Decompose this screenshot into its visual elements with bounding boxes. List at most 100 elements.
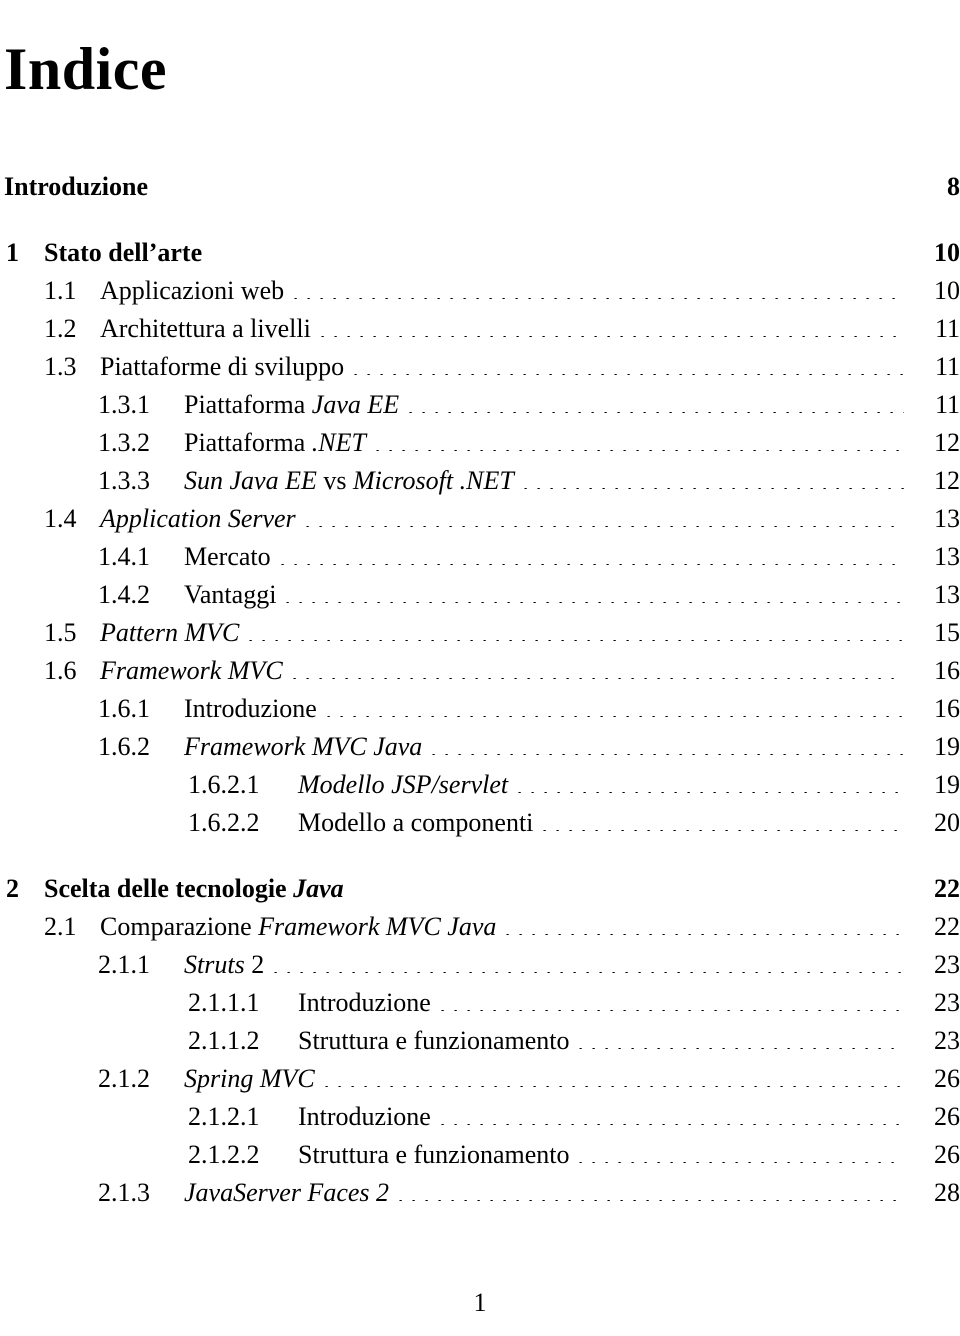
toc-entry-number: 1.3.1 bbox=[98, 390, 150, 419]
toc-entry-title: Stato dell’arte bbox=[44, 234, 212, 272]
toc-entry-number: 1.6 bbox=[44, 656, 77, 685]
page-folio: 1 bbox=[473, 1288, 487, 1317]
toc-dot-leader bbox=[354, 374, 904, 375]
toc-entry-title: Sun Java EE vs Microsoft .NET bbox=[184, 462, 524, 500]
toc-entry[interactable]: 2.1.3 JavaServer Faces 2 28 bbox=[0, 1174, 960, 1212]
toc-entry-page-number: 12 bbox=[934, 466, 960, 495]
toc-entry-number: 1.6.2.1 bbox=[188, 770, 260, 799]
toc-entry-page-number: 16 bbox=[934, 656, 960, 685]
toc-entry-title: Framework MVC Java bbox=[184, 728, 432, 766]
toc-dot-leader bbox=[399, 1200, 904, 1201]
toc-entry[interactable]: 1 Stato dell’arte 10 bbox=[0, 234, 960, 272]
toc-title-run: Applicazioni web bbox=[100, 276, 285, 305]
toc-entry-title: Piattaforma Java EE bbox=[184, 386, 409, 424]
toc-entry[interactable]: 2.1.2.2 Struttura e funzionamento 26 bbox=[0, 1136, 960, 1174]
toc-entry[interactable]: 1.4.1 Mercato 13 bbox=[0, 538, 960, 576]
toc-entry[interactable]: 1.1 Applicazioni web 10 bbox=[0, 272, 960, 310]
toc-entry-number: 1.4.1 bbox=[98, 542, 150, 571]
toc-dot-leader bbox=[579, 1048, 904, 1049]
toc-entry-title: Applicazioni web bbox=[100, 272, 294, 310]
toc-entry[interactable]: 2.1.2.1 Introduzione 26 bbox=[0, 1098, 960, 1136]
toc-entry-page-number: 26 bbox=[934, 1064, 960, 1093]
toc-dot-leader bbox=[440, 1010, 904, 1011]
toc-entry-number: 1.2 bbox=[44, 314, 77, 343]
toc-entry[interactable]: 1.4 Application Server 13 bbox=[0, 500, 960, 538]
toc-title-run: Piattaforme di sviluppo bbox=[100, 352, 345, 381]
toc-entry-page-number: 13 bbox=[934, 542, 960, 571]
toc-title-run: Vantaggi bbox=[184, 580, 277, 609]
toc-entry[interactable]: 2 Scelta delle tecnologie Java 22 bbox=[0, 870, 960, 908]
toc-entry-number: 1.6.1 bbox=[98, 694, 150, 723]
toc-title-run: Sun Java EE bbox=[184, 466, 317, 495]
toc-title-run: Microsoft .NET bbox=[352, 466, 514, 495]
toc-entry-title: Vantaggi bbox=[184, 576, 286, 614]
toc-entry-page-number: 20 bbox=[934, 808, 960, 837]
toc-entry-title: Modello a componenti bbox=[298, 804, 543, 842]
toc-entry-title: Architettura a livelli bbox=[100, 310, 321, 348]
toc-dot-leader bbox=[518, 792, 904, 793]
toc-entry-title: Introduzione bbox=[298, 984, 441, 1022]
toc-entry-page-number: 26 bbox=[934, 1102, 960, 1131]
toc-entry-title: Piattaforme di sviluppo bbox=[100, 348, 354, 386]
toc-entry[interactable]: 2.1.1 Struts 2 23 bbox=[0, 946, 960, 984]
toc-title-run: Modello JSP/servlet bbox=[298, 770, 509, 799]
toc-entry[interactable]: 1.5 Pattern MVC 15 bbox=[0, 614, 960, 652]
toc-entry-number: 2.1.2.1 bbox=[188, 1102, 260, 1131]
toc-entry[interactable]: 1.6 Framework MVC 16 bbox=[0, 652, 960, 690]
toc-title-run: vs bbox=[316, 466, 353, 495]
toc-entry-page-number: 28 bbox=[934, 1178, 960, 1207]
toc-dot-leader bbox=[294, 298, 904, 299]
toc-entry-page-number: 11 bbox=[934, 314, 960, 343]
toc-entry[interactable]: 1.4.2 Vantaggi 13 bbox=[0, 576, 960, 614]
toc-entry[interactable]: 2.1.2 Spring MVC 26 bbox=[0, 1060, 960, 1098]
toc-dot-leader bbox=[320, 336, 904, 337]
toc-dot-leader bbox=[543, 830, 904, 831]
toc-dot-leader bbox=[506, 934, 904, 935]
toc-entry[interactable]: 2.1.1.2 Struttura e funzionamento 23 bbox=[0, 1022, 960, 1060]
toc-entry-number: 1.3.3 bbox=[98, 466, 150, 495]
toc-dot-leader bbox=[523, 488, 904, 489]
toc-title-run: Mercato bbox=[184, 542, 271, 571]
toc-entry-page-number: 23 bbox=[934, 1026, 960, 1055]
toc-entry-title: Scelta delle tecnologie Java bbox=[44, 870, 354, 908]
toc-title-run: Modello a componenti bbox=[298, 808, 534, 837]
toc-title-run: Piattaforma bbox=[184, 428, 312, 457]
toc-dot-leader bbox=[354, 896, 904, 897]
toc-entry-page-number: 11 bbox=[934, 352, 960, 381]
toc-title-run: Introduzione bbox=[298, 988, 431, 1017]
toc-dot-leader bbox=[579, 1162, 904, 1163]
toc-entry-number: 2.1.2 bbox=[98, 1064, 150, 1093]
toc-entry[interactable]: 1.6.2 Framework MVC Java 19 bbox=[0, 728, 960, 766]
toc-entry-page-number: 26 bbox=[934, 1140, 960, 1169]
toc-entry[interactable]: 1.3.3 Sun Java EE vs Microsoft .NET 12 bbox=[0, 462, 960, 500]
toc-dot-leader bbox=[326, 716, 904, 717]
toc-entry[interactable]: 2.1.1.1 Introduzione 23 bbox=[0, 984, 960, 1022]
toc-entry-title: Modello JSP/servlet bbox=[298, 766, 518, 804]
toc-entry-page-number: 23 bbox=[934, 988, 960, 1017]
toc-title-run: Spring MVC bbox=[184, 1064, 315, 1093]
toc-entry-title: Piattaforma .NET bbox=[184, 424, 376, 462]
toc-entry[interactable]: 1.3.2 Piattaforma .NET 12 bbox=[0, 424, 960, 462]
toc-entry[interactable]: 1.6.2.2 Modello a componenti 20 bbox=[0, 804, 960, 842]
toc-entry[interactable]: 1.3 Piattaforme di sviluppo 11 bbox=[0, 348, 960, 386]
toc-entry[interactable]: 1.6.1 Introduzione 16 bbox=[0, 690, 960, 728]
toc-entry[interactable]: 1.2 Architettura a livelli 11 bbox=[0, 310, 960, 348]
document-page: Indice Introduzione 8 1 Stato dell’arte 10 1.… bbox=[0, 0, 960, 1336]
toc-entry-page-number: 13 bbox=[934, 504, 960, 533]
toc-entry[interactable]: 1.3.1 Piattaforma Java EE 11 bbox=[0, 386, 960, 424]
toc-entry[interactable]: 2.1 Comparazione Framework MVC Java 22 bbox=[0, 908, 960, 946]
toc-entry-number: 2.1 bbox=[44, 912, 77, 941]
toc-title-run: Introduzione bbox=[4, 172, 148, 201]
toc-entry-title: JavaServer Faces 2 bbox=[184, 1174, 399, 1212]
toc-entry-title: Introduzione bbox=[298, 1098, 441, 1136]
toc-entry-number: 1 bbox=[6, 238, 19, 267]
toc-entry-number: 1.4.2 bbox=[98, 580, 150, 609]
toc-entry[interactable]: Introduzione 8 bbox=[0, 168, 960, 206]
toc-entry-title: Introduzione bbox=[0, 168, 158, 206]
toc-entry[interactable]: 1.6.2.1 Modello JSP/servlet 19 bbox=[0, 766, 960, 804]
toc-title-run: Comparazione bbox=[100, 912, 259, 941]
toc-entry-number: 2.1.1.1 bbox=[188, 988, 260, 1017]
toc-entry-page-number: 15 bbox=[934, 618, 960, 647]
toc-entry-title: Comparazione Framework MVC Java bbox=[100, 908, 506, 946]
toc-dot-leader bbox=[409, 412, 904, 413]
